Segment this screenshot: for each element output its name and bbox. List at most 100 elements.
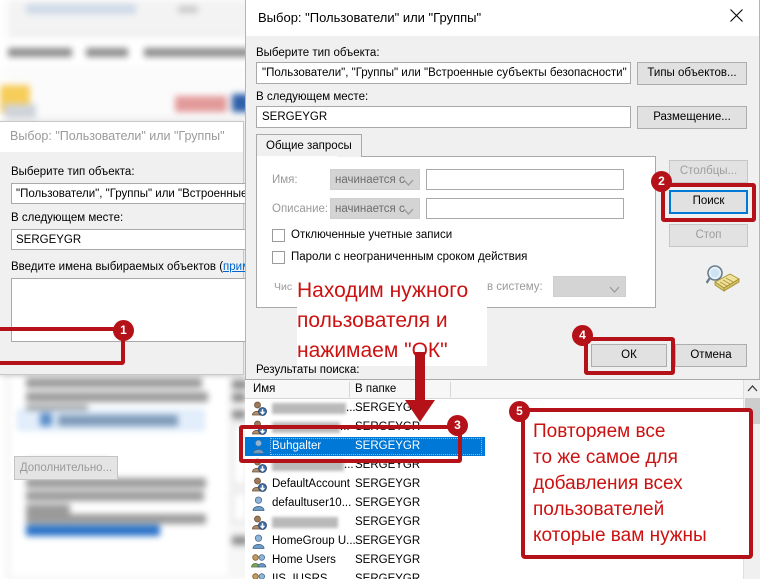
annotation-arrow-down [403, 352, 437, 429]
magnifier-icon [705, 264, 740, 294]
left-location-label: В следующем месте: [11, 212, 124, 224]
user-icon [251, 534, 267, 549]
chevron-down-icon [403, 205, 414, 218]
close-icon[interactable] [715, 0, 759, 30]
left-location-field[interactable]: SERGEYGR [11, 229, 251, 250]
row-name: IIS_IUSRS [272, 573, 328, 579]
chevron-down-icon [609, 283, 620, 296]
table-row[interactable]: defaultuser10... SERGEYGR [245, 494, 485, 513]
row-name: Home Users [272, 554, 336, 566]
disabled-accounts-label: Отключенные учетные записи [291, 229, 453, 241]
row-folder: SERGEYGR [355, 573, 421, 579]
background-breadcrumb-segment [144, 48, 250, 57]
stop-button[interactable]: Стоп [669, 224, 748, 247]
annotation-box-search [661, 183, 756, 222]
column-header-folder[interactable]: В папке [355, 383, 396, 395]
row-name-blurred [272, 403, 346, 414]
annotation-marker-3: 3 [447, 415, 468, 436]
row-name: defaultuser10... [272, 497, 352, 509]
row-name: DefaultAccount [272, 478, 350, 490]
days-since-logon-select[interactable] [553, 276, 626, 297]
non-expiring-passwords-label: Пароли с неограниченным сроком действия [291, 251, 528, 263]
days-since-logon-label-prefix: Чис [274, 281, 293, 293]
row-folder: SERGEYGR [355, 535, 421, 547]
row-name: HomeGroup U... [272, 535, 356, 547]
annotation-box-ok [584, 337, 675, 375]
row-name-blurred [272, 517, 338, 528]
column-divider[interactable] [349, 382, 350, 397]
background-breadcrumb-segment [86, 48, 128, 57]
left-object-type-label: Выберите тип объекта: [11, 166, 135, 178]
background-thumb [4, 104, 36, 118]
table-row[interactable]: IIS_IUSRS SERGEYGR [245, 570, 485, 579]
cancel-button[interactable]: Отмена [675, 344, 747, 367]
columns-button[interactable]: Столбцы... [669, 160, 748, 183]
background-highlight-icon [40, 413, 52, 426]
description-value-input[interactable] [426, 198, 624, 219]
user-arrow-icon [251, 477, 267, 492]
location-field[interactable]: SERGEYGR [256, 106, 631, 128]
left-object-type-field[interactable]: "Пользователи", "Группы" или "Встроенные [11, 183, 251, 204]
close-glyph [730, 9, 743, 22]
background-divider [8, 118, 250, 119]
tab-panel-joiner [257, 156, 337, 158]
name-value-input[interactable] [426, 169, 624, 190]
disabled-accounts-checkbox[interactable] [272, 229, 285, 242]
tab-common-queries[interactable]: Общие запросы [256, 134, 362, 157]
left-dialog-title: Выбор: "Пользователи" или "Группы" [10, 129, 225, 143]
background-right-line [232, 393, 246, 402]
background-text-line [26, 392, 208, 402]
left-dialog-titlebar: Выбор: "Пользователи" или "Группы" [0, 122, 243, 152]
object-types-button[interactable]: Типы объектов... [637, 62, 747, 85]
scroll-up-icon[interactable] [744, 380, 760, 397]
left-names-label-text: Введите имена выбираемых объектов ( [11, 261, 224, 273]
row-folder: SERGEYGR [355, 478, 421, 490]
table-row[interactable]: Home Users SERGEYGR [245, 551, 485, 570]
location-button[interactable]: Размещение... [637, 106, 747, 129]
query-description-label: Описание: [272, 203, 329, 215]
annotation-marker-5: 5 [509, 401, 530, 422]
left-names-label: Введите имена выбираемых объектов (приме [11, 261, 256, 273]
main-dialog-title: Выбор: "Пользователи" или "Группы" [258, 10, 482, 25]
group-icon [251, 572, 267, 579]
location-label: В следующем месте: [256, 91, 369, 103]
background-breadcrumb-segment [8, 48, 72, 57]
annotation-box-advanced [0, 327, 125, 365]
chevron-down-icon [403, 176, 414, 189]
name-condition-select[interactable]: начинается с [330, 169, 420, 190]
query-name-label: Имя: [272, 174, 298, 186]
background-text-line [26, 504, 70, 514]
annotation-marker-4: 4 [572, 325, 593, 346]
object-type-field[interactable]: "Пользователи", "Группы" или "Встроенные… [256, 62, 631, 84]
user-arrow-icon [251, 515, 267, 530]
annotation-note-center: Находим нужного пользователя и нажимаем … [297, 276, 487, 366]
table-row[interactable]: HomeGroup U... SERGEYGR [245, 532, 485, 551]
table-row[interactable]: DefaultAccount SERGEYGR [245, 475, 485, 494]
background-text-line [26, 491, 204, 501]
row-folder: SERGEYGR [355, 497, 421, 509]
background-right-line [232, 410, 246, 419]
background-text-line [26, 378, 202, 388]
description-condition-select[interactable]: начинается с [330, 198, 420, 219]
object-type-label: Выберите тип объекта: [256, 47, 380, 59]
annotation-marker-1: 1 [113, 320, 134, 341]
main-dialog-titlebar: Выбор: "Пользователи" или "Группы" [246, 0, 759, 36]
column-divider[interactable] [450, 382, 451, 397]
screenshot-root: Выбор: "Пользователи" или "Группы" Выбер… [0, 0, 760, 579]
column-header-name[interactable]: Имя [253, 383, 275, 395]
days-since-logon-label-suffix: в систему: [487, 281, 543, 293]
background-toolbar-chip [26, 4, 136, 14]
non-expiring-passwords-checkbox[interactable] [272, 251, 285, 264]
annotation-note-right: Повторяем все то же самое для добавления… [521, 408, 753, 559]
annotation-box-selected-user [239, 425, 462, 463]
table-row[interactable]: ... SERGEYGR [245, 399, 485, 418]
background-red-block [175, 96, 227, 112]
background-toolbar-chip-2 [178, 6, 198, 13]
row-folder: SERGEYGR [355, 554, 421, 566]
user-icon [251, 496, 267, 511]
results-header-row: Имя В папке [245, 380, 760, 399]
advanced-button[interactable]: Дополнительно... [14, 456, 118, 480]
name-condition-value: начинается с [335, 174, 405, 186]
description-condition-value: начинается с [335, 203, 405, 215]
table-row[interactable]: SERGEYGR [245, 513, 485, 532]
